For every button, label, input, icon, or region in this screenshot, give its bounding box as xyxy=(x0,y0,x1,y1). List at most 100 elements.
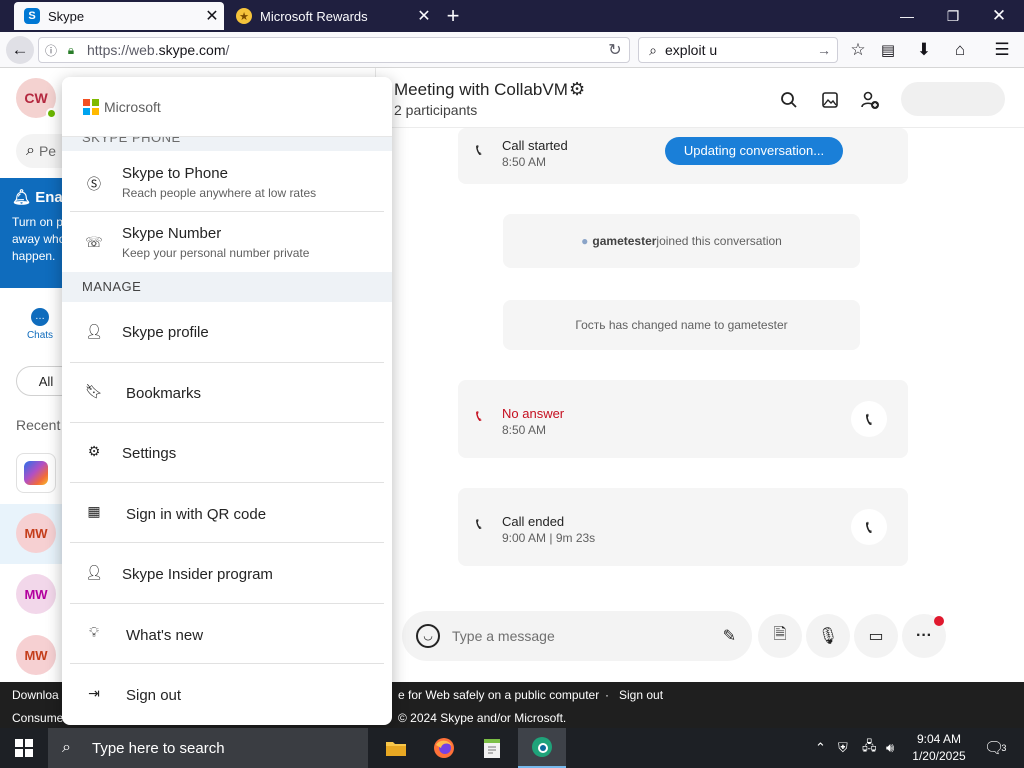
nav-chats[interactable]: … Chats xyxy=(22,308,58,341)
taskbar-clock[interactable]: 9:04 AM 1/20/2025 xyxy=(908,731,970,765)
close-tab-icon[interactable]: ✕ xyxy=(200,6,224,26)
lock-icon[interactable]: 🔒︎ xyxy=(63,43,79,58)
person-heart-icon: 👤︎ xyxy=(85,564,103,580)
missed-call-icon: 📞︎ xyxy=(476,408,482,425)
contact-card-icon[interactable]: ▭ xyxy=(854,614,898,658)
menu-item-settings[interactable]: ⚙ Settings xyxy=(70,423,384,483)
rewards-medal-icon: ★ xyxy=(236,8,252,24)
firefox-icon[interactable] xyxy=(420,728,468,768)
microsoft-brand: Microsoft xyxy=(104,99,161,115)
address-bar[interactable]: ⓘ 🔒︎ https://web.skype.com/ ↻ xyxy=(38,37,630,63)
notification-count-badge: 3 xyxy=(1001,743,1007,753)
file-explorer-icon[interactable] xyxy=(372,728,420,768)
search-input[interactable]: exploit u xyxy=(665,42,817,58)
message-composer[interactable]: ◡ Type a message ✎ xyxy=(402,611,752,661)
tab-title: Skype xyxy=(48,8,85,24)
copilot-icon xyxy=(16,453,56,493)
close-window-icon[interactable]: ✕ xyxy=(976,0,1022,32)
url-text: https://web.skype.com/ xyxy=(87,42,230,58)
section-skype-phone: SKYPE PHONE xyxy=(62,137,392,151)
search-icon: ⌕ xyxy=(26,142,35,159)
qr-code-icon: ▦ xyxy=(87,503,101,519)
microsoft-header: Microsoft xyxy=(62,77,392,137)
profile-dropdown-menu: Microsoft SKYPE PHONE Ⓢ Skype to Phone R… xyxy=(62,77,392,725)
tab-microsoft-rewards[interactable]: ★ Microsoft Rewards ✕ xyxy=(226,2,436,30)
footer-sign-out-link[interactable]: Sign out xyxy=(619,688,663,702)
tab-skype[interactable]: S Skype ✕ xyxy=(14,2,224,30)
search-icon: ⌕ xyxy=(62,739,71,756)
info-icon[interactable]: ⓘ xyxy=(43,42,59,59)
rename-system-message: Гость has changed name to gametester xyxy=(503,300,860,350)
menu-item-whats-new[interactable]: 💡︎ What's new xyxy=(70,604,384,664)
close-tab-icon[interactable]: ✕ xyxy=(412,6,436,26)
bookmark-icon: 🔖︎ xyxy=(85,383,103,399)
search-go-arrow-icon[interactable]: → xyxy=(817,42,837,58)
menu-item-skype-profile[interactable]: 👤︎ Skype profile xyxy=(70,303,384,363)
updating-conversation-badge: Updating conversation... xyxy=(665,137,843,165)
notification-dot-icon xyxy=(934,616,944,626)
joined-system-message: ● gametester joined this conversation xyxy=(503,214,860,268)
lightbulb-icon: 💡︎ xyxy=(89,624,99,640)
call-button[interactable] xyxy=(901,82,1005,116)
home-icon[interactable]: ⌂ xyxy=(946,36,974,64)
chat-bubble-icon: … xyxy=(31,308,49,326)
menu-item-skype-number[interactable]: ☏ Skype Number Keep your personal number… xyxy=(70,212,384,272)
avatar: MW xyxy=(16,513,56,553)
phone-hash-icon: ☏ xyxy=(85,234,103,250)
gear-icon: ⚙ xyxy=(87,443,101,459)
back-arrow-icon[interactable]: ← xyxy=(6,36,34,64)
menu-item-sign-in-qr[interactable]: ▦ Sign in with QR code xyxy=(70,483,384,543)
file-share-icon[interactable]: 🗎 xyxy=(758,614,802,658)
action-center-icon[interactable]: 🗨︎ 3 xyxy=(984,728,1006,768)
no-answer-card: 📞︎ No answer 8:50 AM 📞︎ xyxy=(458,380,908,458)
microsoft-logo-icon xyxy=(83,99,99,115)
hamburger-menu-icon[interactable]: ☰ xyxy=(988,36,1016,64)
sign-out-icon: ⇥ xyxy=(88,685,100,701)
skype-favicon-icon: S xyxy=(24,8,40,24)
search-icon[interactable] xyxy=(777,88,801,112)
tab-title: Microsoft Rewards xyxy=(260,8,368,24)
search-icon: ⌕ xyxy=(649,41,657,58)
conversation-body: 📞︎ Call started 8:50 AM Updating convers… xyxy=(377,128,1024,682)
menu-item-sign-out[interactable]: ⇥ Sign out xyxy=(70,665,384,725)
windows-taskbar: ⌕ Type here to search ⌃ ⛨ 🖧︎ 🔊︎ 9:04 AM … xyxy=(0,728,1024,768)
add-person-icon[interactable] xyxy=(858,88,882,112)
gear-icon[interactable]: ⚙ xyxy=(569,79,585,100)
menu-item-bookmarks[interactable]: 🔖︎ Bookmarks xyxy=(70,363,384,423)
avatar: MW xyxy=(16,635,56,675)
phone-icon: 📞︎ xyxy=(476,142,482,159)
call-ended-card: 📞︎ Call ended 9:00 AM | 9m 23s 📞︎ xyxy=(458,488,908,566)
menu-item-skype-to-phone[interactable]: Ⓢ Skype to Phone Reach people anywhere a… xyxy=(70,152,384,212)
reading-list-icon[interactable]: ▤ xyxy=(874,36,902,64)
emoji-icon[interactable]: ◡ xyxy=(416,624,440,648)
search-bar[interactable]: ⌕ exploit u → xyxy=(638,37,838,63)
presence-online-icon xyxy=(46,108,57,119)
gallery-image-icon[interactable] xyxy=(818,88,842,112)
show-hidden-icons-chevron-icon[interactable]: ⌃ xyxy=(815,728,826,768)
reload-icon[interactable]: ↻ xyxy=(601,40,629,60)
bookmark-star-icon[interactable]: ☆ xyxy=(844,36,872,64)
microphone-icon[interactable]: 🎙︎ xyxy=(806,614,850,658)
windows-start-icon[interactable] xyxy=(0,728,48,768)
conversation-header: Meeting with CollabVM ⚙ 2 participants xyxy=(377,68,1024,128)
taskbar-search-input[interactable]: ⌕ Type here to search xyxy=(48,728,368,768)
restore-icon[interactable]: ❐ xyxy=(930,0,976,32)
volume-icon[interactable]: 🔊︎ xyxy=(886,728,894,768)
call-back-phone-icon[interactable]: 📞︎ xyxy=(851,509,887,545)
minimize-icon[interactable]: — xyxy=(884,0,930,32)
conversation-title[interactable]: Meeting with CollabVM xyxy=(394,80,568,100)
message-input[interactable]: Type a message xyxy=(452,628,555,644)
call-back-phone-icon[interactable]: 📞︎ xyxy=(851,401,887,437)
new-tab-plus-icon[interactable]: + xyxy=(440,3,466,29)
browser-tab-strip: S Skype ✕ ★ Microsoft Rewards ✕ + — ❐ ✕ xyxy=(0,0,1024,32)
participants-count[interactable]: 2 participants xyxy=(394,102,477,118)
network-icon[interactable]: 🖧︎ xyxy=(862,728,877,768)
edge-browser-icon[interactable] xyxy=(518,728,566,768)
pen-format-icon[interactable]: ✎ xyxy=(723,626,736,646)
menu-item-insider-program[interactable]: 👤︎ Skype Insider program xyxy=(70,544,384,604)
notepad-plus-icon[interactable] xyxy=(468,728,516,768)
downloads-icon[interactable]: ⬇ xyxy=(910,36,938,64)
skype-credit-icon: Ⓢ xyxy=(87,176,101,192)
participant-icon: ● xyxy=(581,234,589,248)
security-alert-icon[interactable]: ⛨ xyxy=(838,728,848,768)
